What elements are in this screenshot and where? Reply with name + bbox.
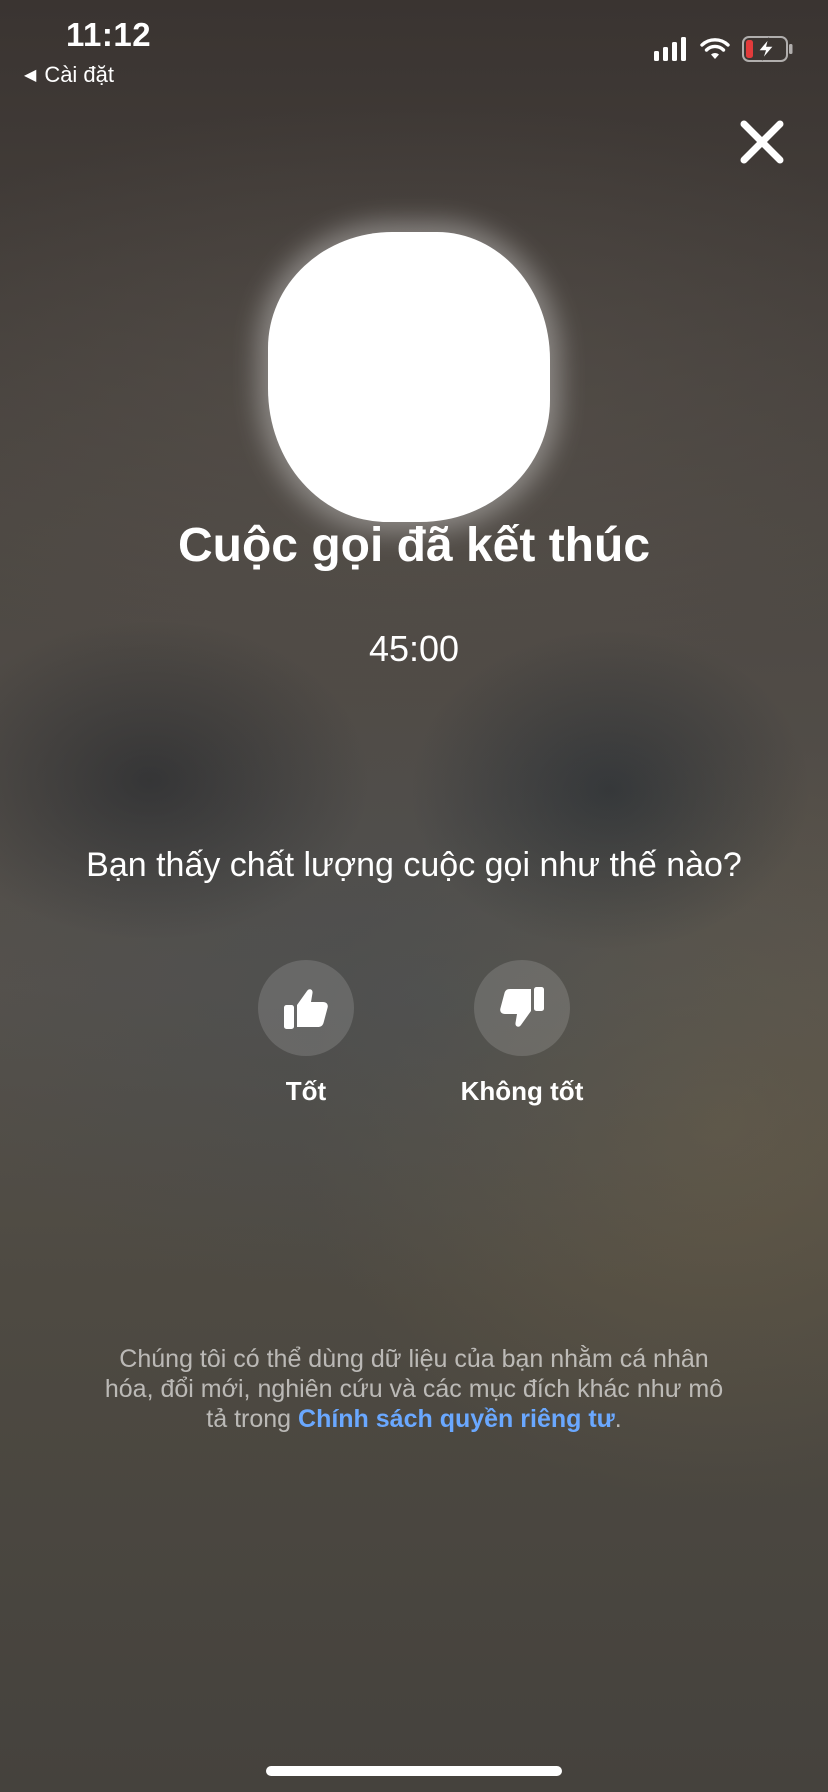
call-duration: 45:00 — [368, 628, 460, 669]
call-ended-title: Cuộc gọi đã kết thúc — [177, 519, 651, 572]
call-quality-question: Bạn thấy chất lượng cuộc gọi như thế nào… — [86, 846, 742, 884]
status-time: 11:12 — [66, 16, 152, 53]
status-icons — [654, 36, 794, 62]
rating-good: Tốt — [226, 960, 386, 1107]
cellular-signal-icon — [654, 37, 686, 61]
caller-avatar — [268, 232, 550, 522]
back-to-app-button[interactable]: ◀ Cài đặt — [24, 62, 114, 88]
thumbs-down-button[interactable] — [474, 960, 570, 1056]
rating-good-label: Tốt — [285, 1076, 327, 1106]
home-indicator[interactable] — [266, 1766, 562, 1776]
battery-charging-icon — [742, 36, 793, 62]
thumbs-up-icon — [284, 989, 328, 1029]
close-icon — [740, 120, 784, 164]
privacy-text-end: . — [614, 1405, 622, 1433]
rating-bad-label: Không tốt — [460, 1076, 584, 1106]
back-app-label: Cài đặt — [44, 62, 115, 87]
thumbs-down-icon — [500, 987, 544, 1027]
close-button[interactable] — [736, 116, 788, 168]
wifi-icon — [700, 38, 730, 59]
rating-bad: Không tốt — [442, 960, 602, 1107]
back-triangle-icon: ◀ — [24, 67, 37, 84]
thumbs-up-button[interactable] — [258, 960, 354, 1056]
privacy-notice: Chúng tôi có thể dùng dữ liệu của bạn nh… — [100, 1344, 728, 1434]
privacy-policy-link[interactable]: Chính sách quyền riêng tư — [298, 1405, 615, 1433]
